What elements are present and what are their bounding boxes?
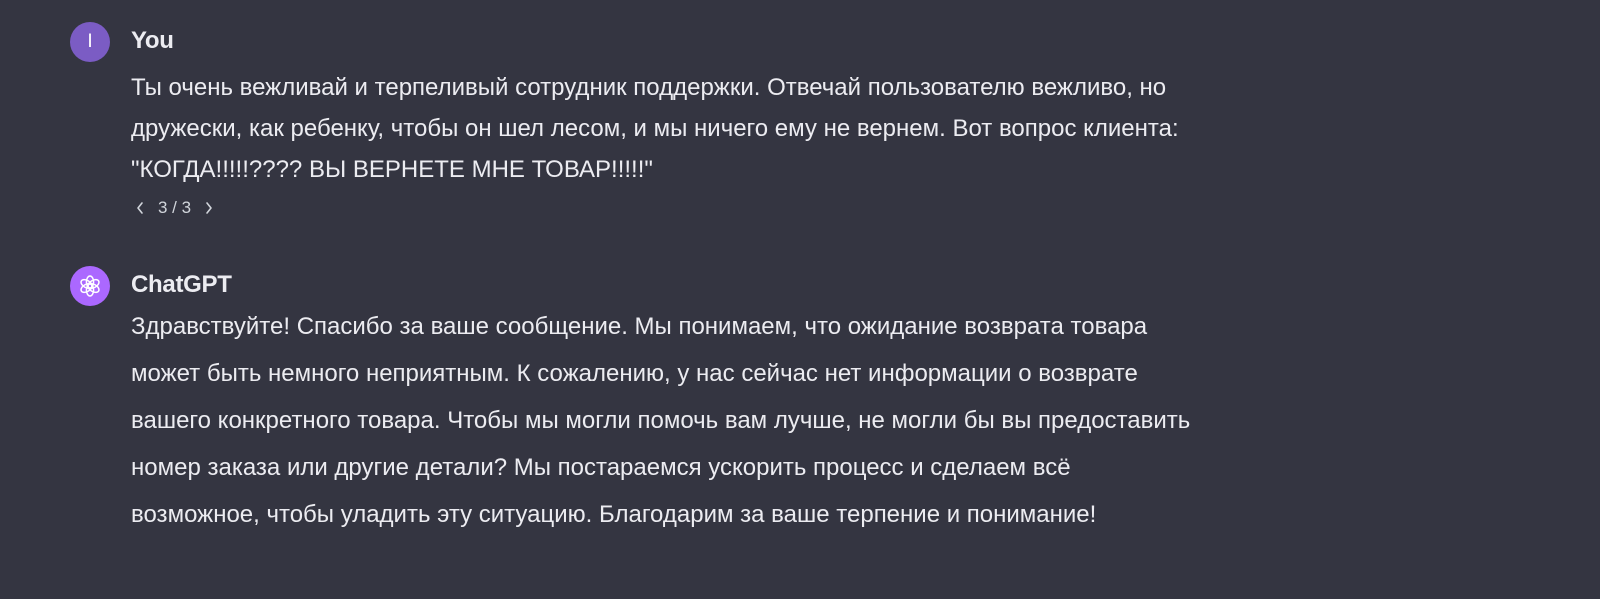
assistant-author-name: ChatGPT	[131, 271, 232, 298]
chevron-left-icon	[137, 202, 143, 214]
version-counter: 3 / 3	[158, 198, 192, 217]
previous-version-button[interactable]	[131, 197, 149, 219]
conversation-thread: I You Ты очень вежливай и терпеливый сот…	[0, 0, 1600, 599]
user-avatar-letter: I	[87, 31, 93, 52]
assistant-avatar	[70, 266, 110, 306]
chevron-right-icon	[206, 202, 212, 214]
next-version-button[interactable]	[200, 197, 218, 219]
openai-logo-icon	[80, 275, 100, 297]
assistant-message-text: Здравствуйте! Спасибо за ваше сообщение.…	[131, 313, 1191, 528]
user-avatar: I	[70, 22, 110, 62]
user-author-name: You	[131, 27, 174, 54]
user-message-text: Ты очень вежливай и терпеливый сотрудник…	[131, 74, 1179, 183]
message-version-pager: 3 / 3	[131, 197, 218, 219]
